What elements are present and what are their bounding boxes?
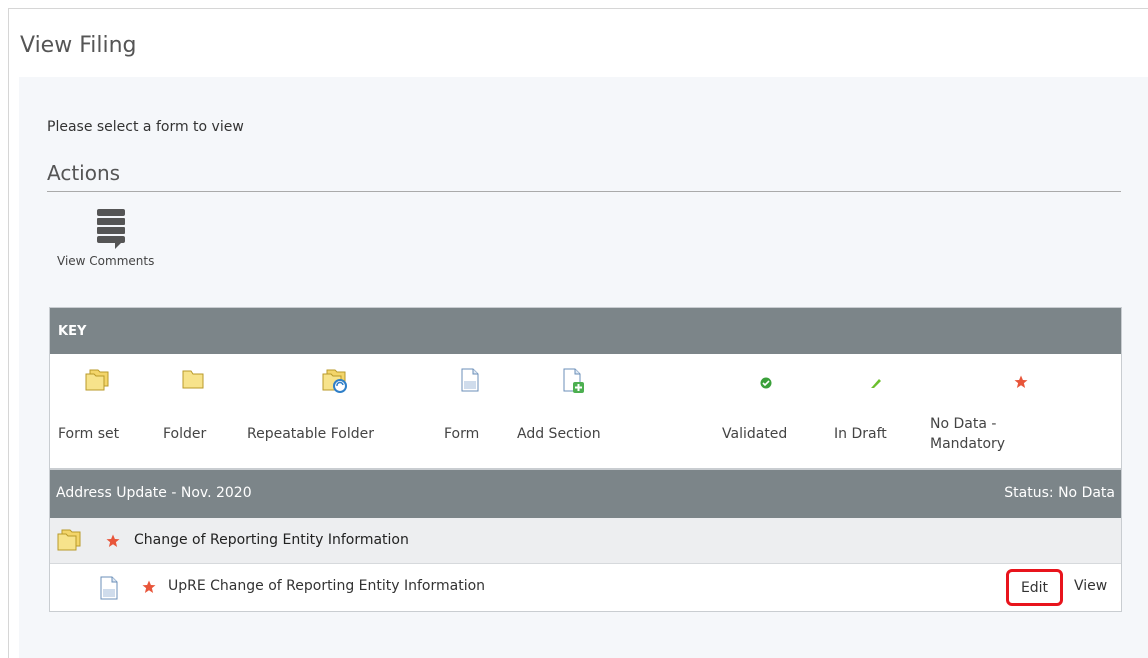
folder-icon — [181, 368, 205, 394]
validated-icon — [760, 374, 772, 393]
key-label-no-data-line2: Mandatory — [930, 436, 1006, 452]
filing-header: Address Update - Nov. 2020 Status: No Da… — [50, 470, 1121, 518]
folder-row[interactable]: Change of Reporting Entity Information — [50, 518, 1121, 564]
key-label-validated: Validated — [722, 426, 788, 442]
form-set-icon — [84, 368, 110, 396]
filing-card: KEY Form set Folder Repeatable Folder Fo… — [49, 307, 1122, 612]
form-label: UpRE Change of Reporting Entity Informat… — [168, 578, 486, 594]
page-title: View Filing — [20, 33, 137, 58]
instruction-text: Please select a form to view — [47, 119, 244, 135]
key-label-no-data-line1: No Data - — [930, 416, 997, 432]
star-icon — [106, 533, 120, 552]
form-set-icon — [56, 528, 82, 556]
form-icon — [461, 368, 479, 396]
edit-link[interactable]: Edit — [1006, 569, 1063, 606]
folder-label: Change of Reporting Entity Information — [134, 532, 409, 548]
filing-status: Status: No Data — [1004, 485, 1115, 501]
star-icon — [142, 579, 156, 598]
key-label-in-draft: In Draft — [834, 426, 887, 442]
star-icon — [1014, 374, 1028, 393]
view-link[interactable]: View — [1074, 578, 1107, 594]
view-comments-label: View Comments — [57, 254, 155, 268]
key-header: KEY — [50, 308, 1121, 354]
main-frame: View Filing Please select a form to view… — [8, 8, 1148, 658]
actions-divider — [47, 191, 1121, 192]
key-label-form: Form — [444, 426, 480, 442]
key-legend: Form set Folder Repeatable Folder Form A… — [50, 354, 1121, 470]
content-panel: Please select a form to view Actions Vie… — [19, 77, 1148, 658]
key-label-form-set: Form set — [58, 426, 120, 442]
key-label-folder: Folder — [163, 426, 207, 442]
comments-icon — [97, 209, 125, 253]
actions-heading: Actions — [47, 161, 121, 185]
repeatable-folder-icon — [321, 368, 349, 398]
key-label-add-section: Add Section — [517, 426, 601, 442]
view-comments-button[interactable]: View Comments — [47, 207, 187, 269]
key-label-repeatable-folder: Repeatable Folder — [247, 426, 374, 442]
form-row: UpRE Change of Reporting Entity Informat… — [50, 564, 1121, 610]
filing-title: Address Update - Nov. 2020 — [56, 485, 252, 501]
form-icon — [100, 576, 118, 604]
add-section-icon — [563, 368, 585, 398]
in-draft-icon — [870, 374, 882, 393]
key-label-no-data-mandatory: No Data - Mandatory — [930, 414, 1005, 454]
